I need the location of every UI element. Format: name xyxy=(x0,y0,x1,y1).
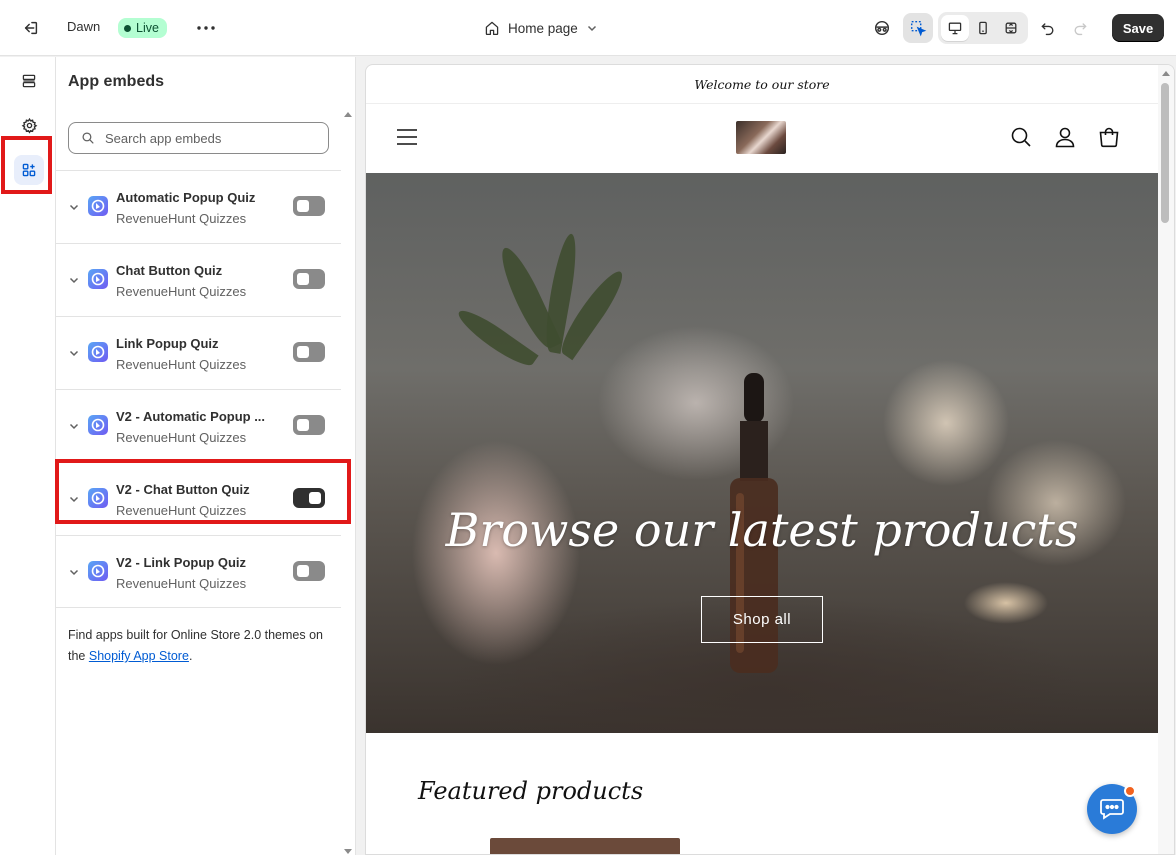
scroll-up-arrow-icon[interactable] xyxy=(1160,68,1172,78)
hero-title: Browse our latest products xyxy=(445,503,1079,557)
shop-all-button[interactable]: Shop all xyxy=(701,596,823,643)
more-actions-icon[interactable] xyxy=(194,17,218,39)
chevron-down-icon[interactable] xyxy=(68,201,80,213)
search-box xyxy=(68,122,329,154)
app-embed-toggle[interactable] xyxy=(293,269,325,289)
sidebar-rail xyxy=(0,57,56,855)
chevron-down-icon[interactable] xyxy=(68,274,80,286)
app-embed-toggle[interactable] xyxy=(293,196,325,216)
notification-badge xyxy=(1124,785,1136,797)
app-embed-row[interactable]: Link Popup Quiz RevenueHunt Quizzes xyxy=(56,316,341,389)
scrollbar-thumb[interactable] xyxy=(1161,83,1169,223)
mobile-view-icon[interactable] xyxy=(969,15,997,41)
search-input[interactable] xyxy=(105,130,305,146)
app-embeds-panel: App embeds Automatic Popup Quiz RevenueH… xyxy=(56,57,356,855)
store-header xyxy=(366,104,1158,174)
revenuehunt-app-icon xyxy=(88,342,108,362)
app-embed-vendor: RevenueHunt Quizzes xyxy=(116,576,247,591)
exit-icon[interactable] xyxy=(18,16,44,40)
app-embed-name: Link Popup Quiz xyxy=(116,336,219,351)
home-icon xyxy=(485,21,499,36)
store-logo[interactable] xyxy=(736,121,786,154)
app-embed-vendor: RevenueHunt Quizzes xyxy=(116,503,247,518)
revenuehunt-app-icon xyxy=(88,415,108,435)
app-store-note: Find apps built for Online Store 2.0 the… xyxy=(68,625,338,667)
revenuehunt-app-icon xyxy=(88,269,108,289)
theme-name: Dawn xyxy=(67,19,101,34)
search-icon[interactable] xyxy=(1010,126,1032,148)
shopify-app-store-link[interactable]: Shopify App Store xyxy=(89,649,189,663)
chevron-down-icon[interactable] xyxy=(68,493,80,505)
revenuehunt-app-icon xyxy=(88,196,108,216)
undo-icon[interactable] xyxy=(1033,13,1063,43)
app-embed-row[interactable]: Automatic Popup Quiz RevenueHunt Quizzes xyxy=(56,170,341,243)
redo-icon[interactable] xyxy=(1065,13,1095,43)
hamburger-menu-icon[interactable] xyxy=(396,128,418,146)
hero-banner: Browse our latest products Shop all xyxy=(366,173,1158,733)
chevron-down-icon[interactable] xyxy=(68,566,80,578)
page-selector[interactable]: Home page xyxy=(484,17,598,39)
product-image[interactable] xyxy=(490,838,680,854)
app-embed-name: Automatic Popup Quiz xyxy=(116,190,256,205)
page-selector-label: Home page xyxy=(508,20,578,36)
app-embed-toggle[interactable] xyxy=(293,415,325,435)
app-embed-row[interactable]: Chat Button Quiz RevenueHunt Quizzes xyxy=(56,243,341,316)
app-embed-toggle[interactable] xyxy=(293,561,325,581)
cart-icon[interactable] xyxy=(1098,126,1120,148)
theme-settings-gear-icon[interactable] xyxy=(14,110,44,140)
panel-scrollbar[interactable] xyxy=(342,107,354,855)
app-embed-name: V2 - Chat Button Quiz xyxy=(116,482,250,497)
app-embed-vendor: RevenueHunt Quizzes xyxy=(116,211,247,226)
account-icon[interactable] xyxy=(1054,126,1076,148)
app-embeds-icon[interactable] xyxy=(14,155,44,185)
live-status-label: Live xyxy=(136,21,159,35)
app-embed-vendor: RevenueHunt Quizzes xyxy=(116,284,247,299)
chat-widget-button[interactable] xyxy=(1087,784,1137,834)
preview-scrollbar[interactable] xyxy=(1158,65,1174,854)
app-embed-name: V2 - Link Popup Quiz xyxy=(116,555,246,570)
app-embed-row[interactable]: V2 - Automatic Popup ... RevenueHunt Qui… xyxy=(56,389,341,462)
chat-bubble-icon xyxy=(1100,799,1124,820)
chevron-down-icon[interactable] xyxy=(68,347,80,359)
app-embed-toggle[interactable] xyxy=(293,342,325,362)
app-store-note-end: . xyxy=(188,649,193,663)
app-embed-row[interactable]: V2 - Link Popup Quiz RevenueHunt Quizzes xyxy=(56,535,341,608)
app-embed-row[interactable]: V2 - Chat Button Quiz RevenueHunt Quizze… xyxy=(56,462,341,535)
revenuehunt-app-icon xyxy=(88,561,108,581)
app-embed-toggle-enabled[interactable] xyxy=(293,488,325,508)
save-button[interactable]: Save xyxy=(1112,14,1164,42)
app-embed-vendor: RevenueHunt Quizzes xyxy=(116,430,247,445)
featured-products-heading: Featured products xyxy=(418,777,644,805)
app-embed-vendor: RevenueHunt Quizzes xyxy=(116,357,247,372)
scroll-up-arrow-icon[interactable] xyxy=(342,109,354,119)
viewport-switcher xyxy=(938,12,1028,44)
chevron-down-icon[interactable] xyxy=(68,420,80,432)
app-embed-list: Automatic Popup Quiz RevenueHunt Quizzes… xyxy=(56,170,341,608)
fullscreen-view-icon[interactable] xyxy=(997,15,1025,41)
header-icons xyxy=(1010,126,1120,148)
announcement-bar: Welcome to our store xyxy=(366,65,1158,104)
search-icon xyxy=(82,132,94,144)
status-dot-icon xyxy=(124,24,131,32)
app-embed-name: V2 - Automatic Popup ... xyxy=(116,409,266,424)
chevron-down-icon xyxy=(587,25,596,32)
live-status-badge: Live xyxy=(118,18,167,38)
panel-title: App embeds xyxy=(68,73,165,90)
scroll-down-arrow-icon[interactable] xyxy=(342,847,354,855)
inspector-icon[interactable] xyxy=(867,13,897,43)
desktop-view-icon[interactable] xyxy=(941,15,969,41)
select-element-icon[interactable] xyxy=(903,13,933,43)
app-embed-name: Chat Button Quiz xyxy=(116,263,223,278)
revenuehunt-app-icon xyxy=(88,488,108,508)
store-preview: Welcome to our store Browse our latest p… xyxy=(365,64,1175,855)
sections-icon[interactable] xyxy=(14,66,44,96)
editor-topbar: Dawn Live Home page Save xyxy=(0,0,1176,56)
